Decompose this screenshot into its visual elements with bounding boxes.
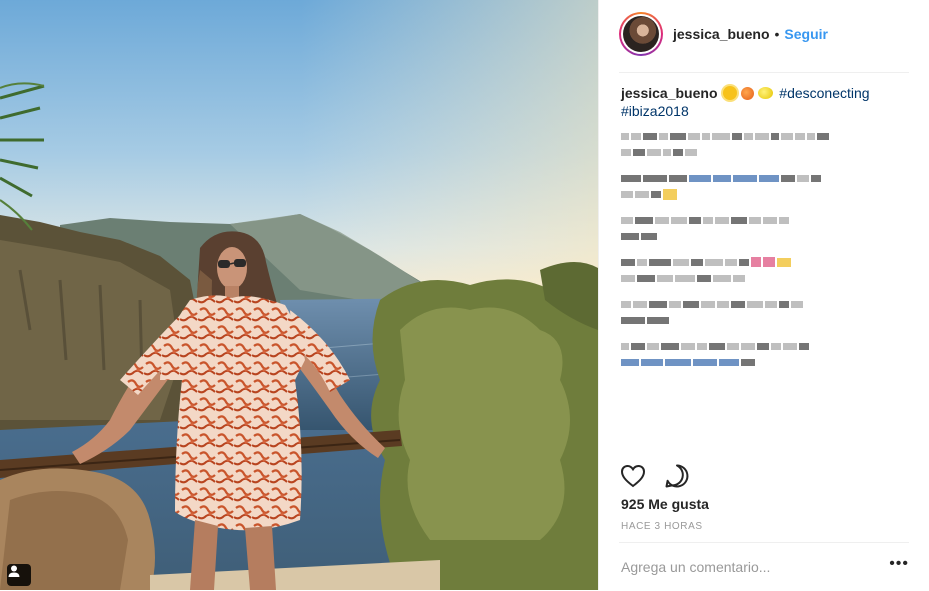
user-tag-icon [8, 565, 20, 577]
post-side-panel: jessica_bueno • Seguir jessica_bueno #de… [598, 0, 929, 590]
user-tag-button[interactable] [7, 564, 31, 586]
comment-item-blurred [621, 254, 911, 286]
post-header: jessica_bueno • Seguir [619, 8, 909, 73]
avatar[interactable] [623, 16, 659, 52]
comment-item-blurred [621, 170, 911, 202]
caption-username[interactable]: jessica_bueno [621, 85, 718, 101]
photo-scene [0, 0, 598, 590]
lemon-emoji-icon [758, 87, 774, 99]
hashtag-desconecting[interactable]: #desconecting [779, 85, 869, 101]
comment-item-blurred [621, 338, 911, 370]
comments-list [621, 128, 911, 380]
avatar-story-ring[interactable] [619, 12, 663, 56]
follow-button[interactable]: Seguir [784, 26, 828, 42]
header-username[interactable]: jessica_bueno [673, 26, 770, 42]
header-separator: • [774, 26, 780, 42]
comment-item-blurred [621, 296, 911, 328]
sun-emoji-icon [723, 86, 738, 100]
comment-input[interactable] [619, 559, 890, 575]
instagram-post: jessica_bueno • Seguir jessica_bueno #de… [0, 0, 929, 590]
post-photo[interactable] [0, 0, 598, 590]
post-caption: jessica_bueno #desconecting #ibiza2018 [621, 84, 911, 120]
post-actions [619, 462, 691, 490]
likes-count[interactable]: 925 Me gusta [621, 496, 709, 512]
hashtag-ibiza2018[interactable]: #ibiza2018 [621, 103, 689, 119]
comment-item-blurred [621, 212, 911, 244]
post-timestamp: HACE 3 HORAS [621, 521, 703, 532]
add-comment-section: ••• [619, 542, 909, 591]
peach-emoji-icon [741, 87, 755, 100]
comment-item-blurred [621, 128, 911, 160]
more-options-icon[interactable]: ••• [889, 556, 909, 575]
heart-icon[interactable] [619, 462, 647, 490]
comment-bubble-icon[interactable] [663, 462, 691, 490]
